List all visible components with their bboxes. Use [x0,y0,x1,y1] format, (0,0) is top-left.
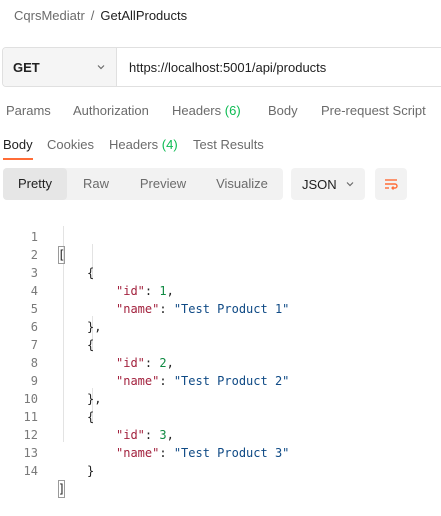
code-line: 10 { [0,372,441,424]
response-tab-headers[interactable]: Headers (4) [109,134,178,158]
view-mode-segmented: Pretty Raw Preview Visualize [3,168,283,200]
request-bar: GET https://localhost:5001/api/products [2,47,441,87]
breadcrumb-collection[interactable]: CqrsMediatr [14,8,85,23]
code-line: 14 ] [0,444,441,498]
tab-prerequest-script[interactable]: Pre-request Script [321,98,426,124]
code-line: 4 "name": "Test Product 1" [0,264,441,316]
code-line: 9 }, [0,354,441,406]
wrap-lines-icon [385,179,398,190]
code-line: 2 { [0,228,441,280]
response-tab-body[interactable]: Body [3,134,33,160]
method-select[interactable]: GET [3,48,117,86]
language-label: JSON [302,176,337,192]
tab-body[interactable]: Body [268,98,298,124]
response-tab-test-results[interactable]: Test Results [193,134,264,158]
breadcrumb-request-name[interactable]: GetAllProducts [100,8,187,23]
chevron-down-icon [97,65,105,70]
method-label: GET [13,59,40,75]
code-line: 3 "id": 1, [0,246,441,298]
tab-params[interactable]: Params [6,98,51,124]
code-line: 12 "name": "Test Product 3" [0,408,441,460]
chevron-down-icon [346,182,354,187]
raw-button[interactable]: Raw [67,168,125,200]
response-tab-cookies[interactable]: Cookies [47,134,94,158]
code-line: 6 { [0,300,441,352]
preview-button[interactable]: Preview [125,168,201,200]
visualize-button[interactable]: Visualize [201,168,283,200]
tab-authorization[interactable]: Authorization [73,98,149,124]
code-line: 13 } [0,426,441,478]
breadcrumb-separator: / [90,7,95,23]
response-tabs: Body Cookies Headers (4) Test Results [0,132,441,160]
pretty-button[interactable]: Pretty [3,168,67,200]
response-body-viewer[interactable]: 1 [ 2 { 3 "id": 1, 4 "name": "Test Produ… [0,208,441,498]
url-input[interactable]: https://localhost:5001/api/products [117,48,441,86]
array-close-bracket: ] [58,480,66,498]
language-select[interactable]: JSON [291,168,365,200]
tab-headers[interactable]: Headers (6) [172,98,241,124]
code-line: 7 "id": 2, [0,318,441,370]
code-line: 8 "name": "Test Product 2" [0,336,441,388]
response-headers-count-badge: (4) [161,137,178,152]
code-line: 11 "id": 3, [0,390,441,442]
breadcrumb: CqrsMediatr / GetAllProducts [14,5,187,25]
format-toolbar: Pretty Raw Preview Visualize JSON [0,168,441,200]
response-tab-headers-label: Headers [109,137,159,152]
wrap-lines-button[interactable] [375,168,407,200]
tab-headers-label: Headers [172,103,222,118]
code-line: 1 [ [0,210,441,264]
code-line: 5 }, [0,282,441,334]
headers-count-badge: (6) [224,103,241,118]
